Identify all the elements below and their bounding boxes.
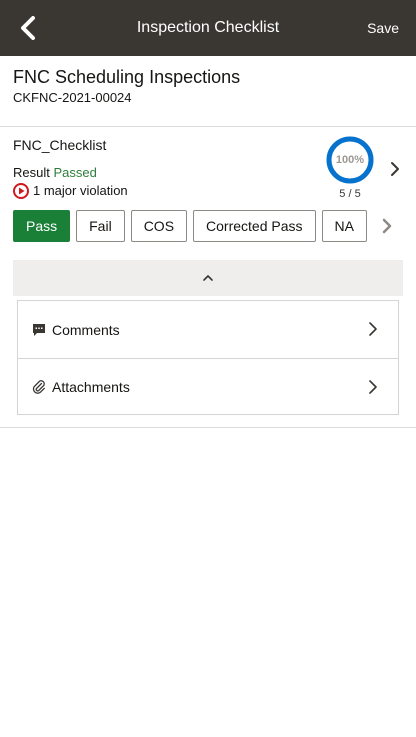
violation-line: 1 major violation <box>13 182 128 200</box>
comment-icon <box>33 323 45 336</box>
result-line: Result Passed <box>13 165 97 181</box>
paperclip-icon <box>32 380 45 394</box>
result-button-fail[interactable]: Fail <box>76 210 125 242</box>
progress-ring: 100% <box>326 136 374 184</box>
record-header: FNC Scheduling Inspections CKFNC-2021-00… <box>13 66 240 106</box>
collapse-toggle[interactable] <box>13 260 403 296</box>
violation-play-icon <box>13 183 29 199</box>
result-status: Passed <box>53 165 97 180</box>
violation-text: 1 major violation <box>33 183 128 198</box>
result-label: Result <box>13 165 50 180</box>
checklist-detail-button[interactable] <box>388 160 402 178</box>
page-title: Inspection Checklist <box>136 19 280 36</box>
result-button-na[interactable]: NA <box>321 210 367 242</box>
app-header: Inspection Checklist Save <box>0 0 416 56</box>
result-button-corrected-pass[interactable]: Corrected Pass <box>193 210 316 242</box>
divider <box>0 427 416 428</box>
result-button-pass[interactable]: Pass <box>13 210 71 242</box>
details-panel: Comments Attachments <box>17 300 399 415</box>
comments-label: Comments <box>52 321 120 338</box>
divider <box>0 126 416 127</box>
attachments-row[interactable]: Attachments <box>18 358 398 415</box>
result-button-cos[interactable]: COS <box>130 210 188 242</box>
progress-count: 5 / 5 <box>339 188 361 200</box>
chevron-right-icon <box>369 380 377 394</box>
scroll-right-button[interactable] <box>380 217 394 235</box>
chevron-right-icon <box>391 162 399 176</box>
attachments-label: Attachments <box>52 379 130 395</box>
result-button-group: Pass Fail COS Corrected Pass NA <box>13 210 371 242</box>
chevron-up-icon <box>203 275 213 281</box>
progress-percent: 100% <box>335 154 365 166</box>
checklist-name: FNC_Checklist <box>13 137 107 153</box>
record-id: CKFNC-2021-00024 <box>13 90 132 105</box>
save-button[interactable]: Save <box>367 0 399 56</box>
chevron-right-icon <box>369 322 377 336</box>
comments-row[interactable]: Comments <box>18 301 398 358</box>
record-title: FNC Scheduling Inspections <box>13 67 241 87</box>
chevron-right-icon <box>382 218 392 234</box>
